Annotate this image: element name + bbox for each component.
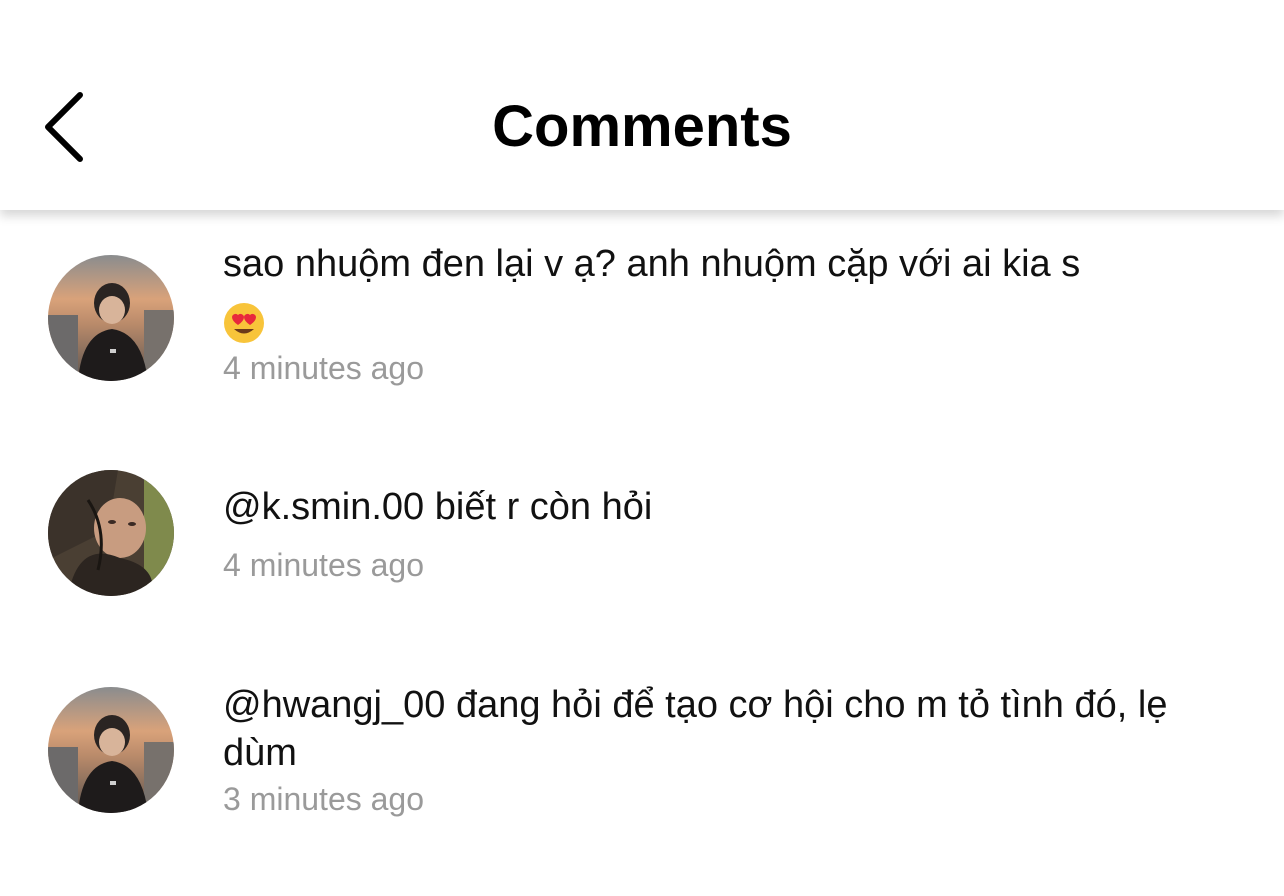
comment-body: @hwangj_00 đang hỏi để tạo cơ hội cho m … [223,681,1223,819]
avatar[interactable] [48,687,174,813]
avatar[interactable] [48,470,174,596]
heart-eyes-emoji-icon [224,303,264,343]
comment-text: @k.smin.00 biết r còn hỏi [223,486,653,528]
avatar[interactable] [48,255,174,381]
comment-timestamp: 4 minutes ago [223,547,425,583]
page-title: Comments [492,94,792,159]
comment-text: sao nhuộm đen lại v ạ? anh nhuộm cặp với… [223,243,1081,285]
comment-timestamp: 4 minutes ago [223,350,425,386]
comment-body: @k.smin.00 biết r còn hỏi 4 minutes ago [223,483,1223,585]
header-bar: Comments [0,0,1284,210]
comment-timestamp: 3 minutes ago [223,781,425,817]
comment-body: sao nhuộm đen lại v ạ? anh nhuộm cặp với… [223,240,1223,388]
comment-text: @hwangj_00 đang hỏi để tạo cơ hội cho m … [223,684,1168,774]
